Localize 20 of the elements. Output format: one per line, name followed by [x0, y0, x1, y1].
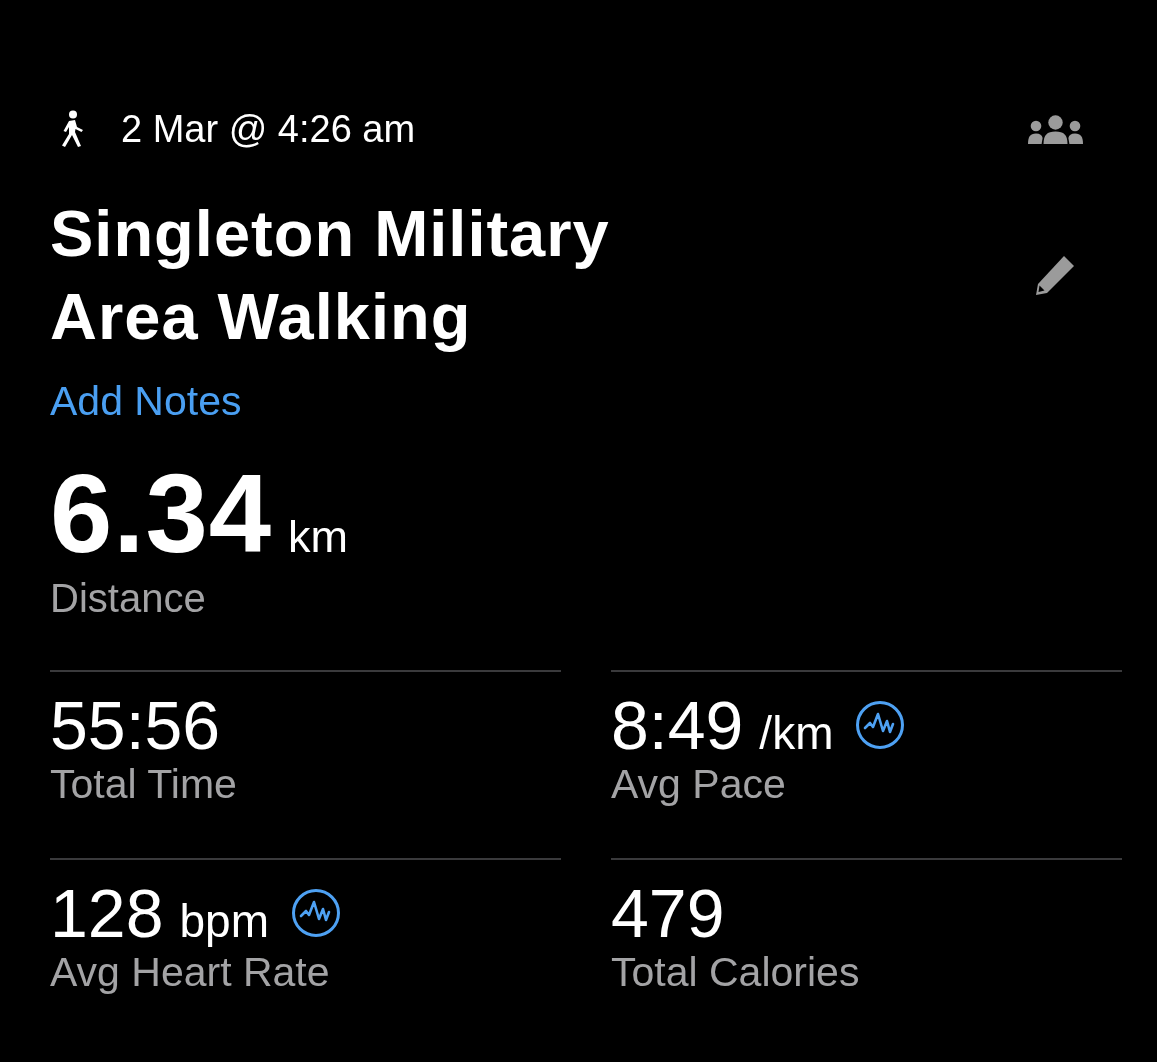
workout-title: Singleton Military Area Walking — [50, 196, 611, 355]
waveform-circle-icon[interactable] — [290, 888, 341, 938]
pencil-icon[interactable] — [1034, 254, 1076, 296]
stat-label: Avg Heart Rate — [50, 948, 330, 996]
stat-value: 55:56 — [50, 690, 221, 760]
stat-value: 128 — [50, 878, 164, 948]
workout-date: 2 Mar @ 4:26 am — [121, 107, 416, 152]
stat-value: 8:49 — [611, 690, 744, 760]
distance-value: 6.34 — [50, 464, 272, 564]
stat-label: Avg Pace — [611, 760, 786, 808]
stat-unit: bpm — [179, 894, 269, 949]
add-notes-link[interactable]: Add Notes — [50, 376, 242, 426]
stat-label: Total Calories — [611, 948, 860, 996]
stat-value: 479 — [611, 878, 725, 948]
waveform-circle-icon[interactable] — [855, 700, 906, 750]
group-people-icon[interactable] — [1027, 114, 1084, 144]
distance-unit: km — [288, 512, 348, 562]
distance-label: Distance — [50, 575, 206, 622]
stat-label: Total Time — [50, 760, 237, 808]
stat-unit: /km — [759, 706, 834, 761]
